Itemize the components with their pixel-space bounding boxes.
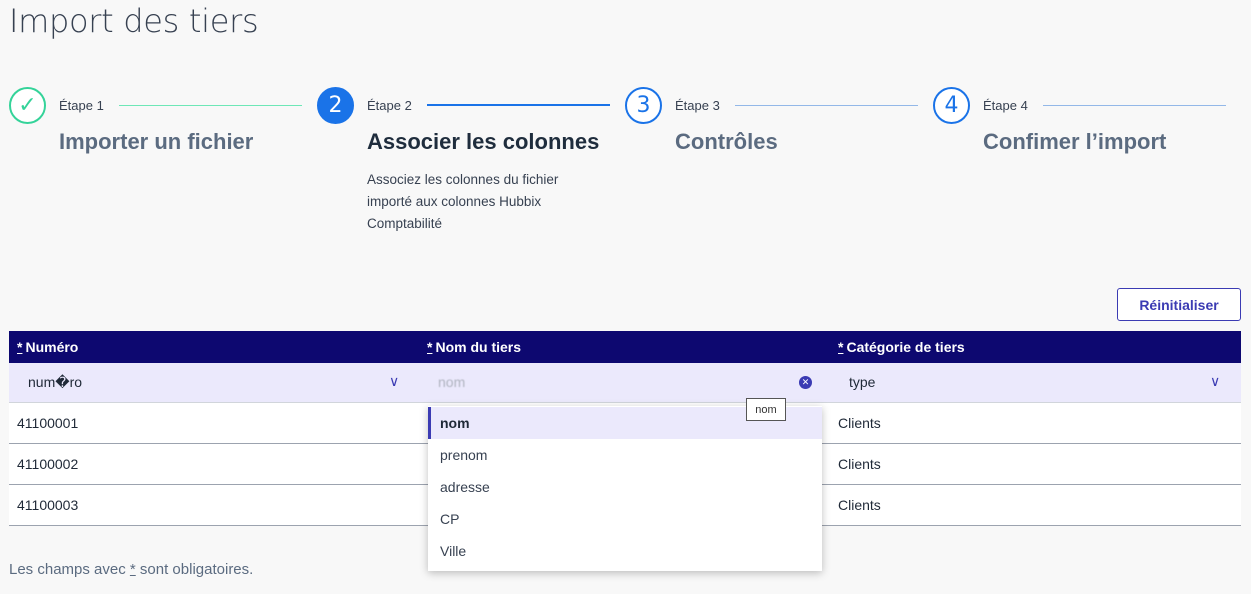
note-text: Les champs avec: [9, 561, 130, 578]
step-number: 4: [933, 87, 970, 124]
dropdown-option[interactable]: adresse: [428, 471, 822, 503]
step-number: 3: [625, 87, 662, 124]
mapping-select-row: num�ro ∨ nom ✕ type ∨: [9, 363, 1241, 403]
step-connector: [427, 104, 610, 106]
step-title: Contrôles: [675, 129, 778, 154]
step-connector: [1043, 105, 1226, 106]
required-marker: *: [838, 339, 844, 355]
column-label: Nom du tiers: [435, 339, 522, 355]
step-title: Associer les colonnes: [367, 129, 600, 154]
column-label: Numéro: [25, 339, 79, 355]
step-label: Étape 2: [367, 98, 412, 113]
step-number: 2: [317, 87, 354, 124]
dropdown-option[interactable]: prenom: [428, 439, 822, 471]
reset-button[interactable]: Réinitialiser: [1117, 288, 1241, 321]
step-title: Confimer l’import: [983, 129, 1167, 154]
required-marker: *: [17, 339, 23, 355]
step-description: Associez les colonnes du fichier importé…: [367, 172, 559, 231]
step-label: Étape 1: [59, 98, 104, 113]
nom-select[interactable]: nom ✕: [427, 363, 831, 403]
chevron-down-icon[interactable]: ∨: [389, 373, 399, 390]
dropdown-option[interactable]: Ville: [428, 535, 822, 567]
dropdown-option[interactable]: CP: [428, 503, 822, 535]
cell-numero: 41100003: [17, 497, 79, 513]
page-title: Import des tiers: [9, 2, 259, 40]
step-label: Étape 3: [675, 98, 720, 113]
step-title: Importer un fichier: [59, 129, 254, 154]
select-value: type: [849, 374, 876, 390]
cell-categorie: Clients: [838, 497, 881, 513]
cell-categorie: Clients: [838, 456, 881, 472]
chevron-down-icon[interactable]: ∨: [1210, 373, 1220, 390]
select-value: nom: [438, 374, 466, 390]
clear-icon[interactable]: ✕: [799, 376, 812, 389]
step-connector: [735, 105, 918, 106]
step-label: Étape 4: [983, 98, 1028, 113]
table-header: * Numéro * Nom du tiers * Catégorie de tier…: [9, 331, 1241, 363]
step-connector: [119, 105, 302, 106]
cell-numero: 41100002: [17, 456, 79, 472]
column-header-categorie: * Catégorie de tiers: [838, 339, 965, 355]
required-marker: *: [427, 339, 433, 355]
tooltip: nom: [746, 398, 786, 421]
column-header-numero: * Numéro: [17, 339, 78, 355]
cell-categorie: Clients: [838, 415, 881, 431]
required-fields-note: Les champs avec * sont obligatoires.: [9, 561, 253, 578]
numero-select[interactable]: num�ro ∨: [9, 363, 419, 403]
cell-numero: 41100001: [17, 415, 79, 431]
column-label: Catégorie de tiers: [846, 339, 965, 355]
check-icon: ✓: [9, 87, 46, 124]
select-value: num�ro: [28, 374, 83, 390]
column-header-nom: * Nom du tiers: [427, 339, 521, 355]
note-text: sont obligatoires.: [135, 561, 254, 578]
categorie-select[interactable]: type ∨: [838, 363, 1241, 403]
nom-dropdown-menu: nom prenom adresse CP Ville: [428, 406, 822, 571]
